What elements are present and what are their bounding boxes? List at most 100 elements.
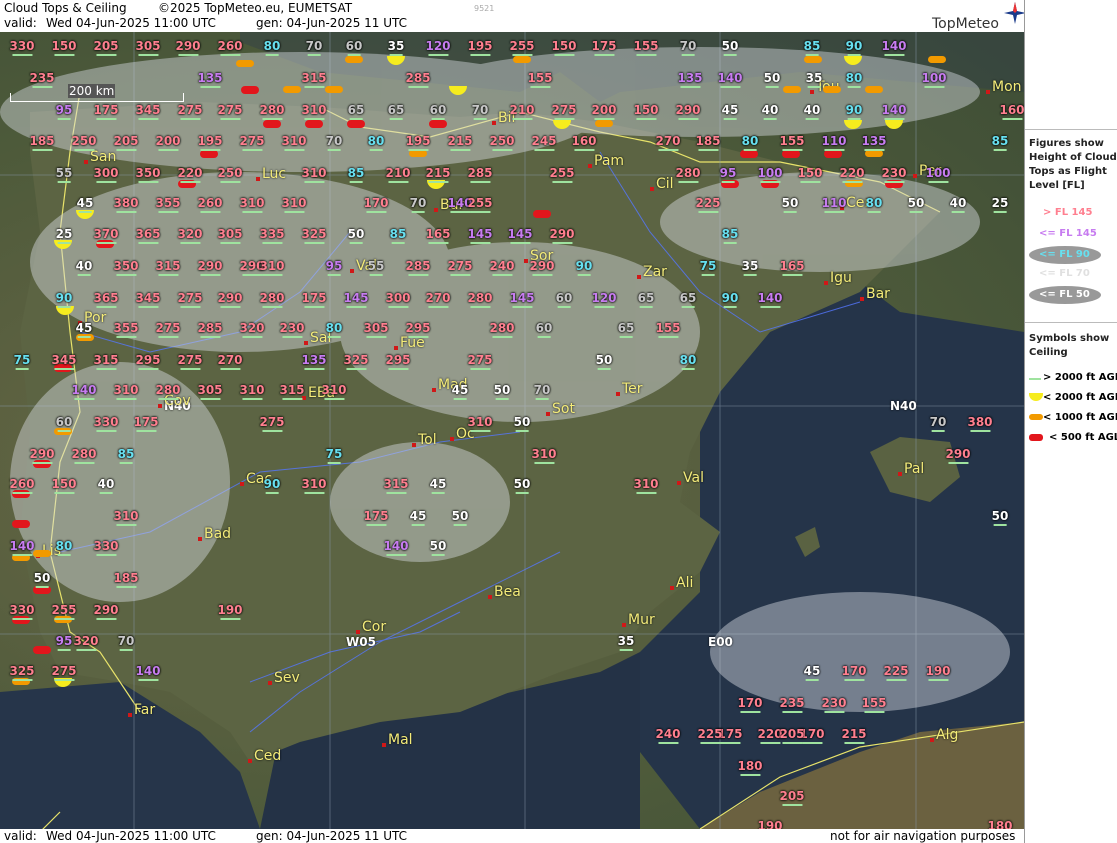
flight-level-label: 215 <box>425 166 451 183</box>
city-label: San <box>83 149 117 165</box>
flight-level-label: 45 <box>803 664 821 681</box>
flight-level-label: 160 <box>571 134 597 151</box>
flight-level-label: 175 <box>591 39 617 56</box>
flight-level-label: 215 <box>447 134 473 151</box>
flight-level-label: 110 <box>821 196 847 213</box>
flight-level-label: 50 <box>429 539 447 556</box>
scale-label: 200 km <box>68 84 116 98</box>
flight-level-label: 40 <box>761 103 779 120</box>
flight-level-label: 305 <box>363 321 389 338</box>
flight-level-label: 320 <box>239 321 265 338</box>
flight-level-label: 180 <box>737 759 763 776</box>
flight-level-label: 55 <box>55 166 73 183</box>
city-label: Val <box>677 470 704 486</box>
flight-level-label: 300 <box>93 166 119 183</box>
flight-level-label: 310 <box>467 415 493 432</box>
flight-level-label: 90 <box>845 103 863 120</box>
flight-level-label: 140 <box>881 103 907 120</box>
flight-level-label: 310 <box>531 447 557 464</box>
flight-level-label: 355 <box>113 321 139 338</box>
flight-level-label: 175 <box>363 509 389 526</box>
flight-level-label: 160 <box>999 103 1024 120</box>
flight-level-label: 145 <box>467 227 493 244</box>
ceiling-symbol-orange <box>236 60 254 67</box>
flight-level-label: 205 <box>779 727 805 744</box>
flight-level-label: 55 <box>367 259 385 276</box>
flight-level-label: 320 <box>73 634 99 651</box>
flight-level-label: 275 <box>177 353 203 370</box>
flight-level-label: 70 <box>305 39 323 56</box>
flight-level-label: 195 <box>405 134 431 151</box>
legend-fl-le50: <= FL 50 <box>1039 289 1090 300</box>
flight-level-label: 335 <box>259 227 285 244</box>
flight-level-label: 270 <box>655 134 681 151</box>
flight-level-label: 40 <box>97 477 115 494</box>
flight-level-label: 280 <box>259 291 285 308</box>
city-label: Mal <box>382 732 413 748</box>
flight-level-label: 75 <box>325 447 343 464</box>
grid-label-w05: W05 <box>346 635 376 649</box>
city-label: Ter <box>616 381 643 397</box>
ceiling-symbol-orange <box>595 120 613 127</box>
satellite-map[interactable]: 200 km N40 N40 W05 E00 Bil San Pam Luc Cil Pe… <box>0 32 1024 829</box>
ceiling-symbol-orange <box>928 56 946 63</box>
flight-level-label: 140 <box>881 39 907 56</box>
flight-level-label: 345 <box>135 291 161 308</box>
flight-level-label: 90 <box>575 259 593 276</box>
flight-level-label: 170 <box>737 696 763 713</box>
flight-level-label: 150 <box>51 39 77 56</box>
flight-level-label: 135 <box>677 71 703 88</box>
flight-level-label: 40 <box>949 196 967 213</box>
flight-level-label: 175 <box>133 415 159 432</box>
flight-level-label: 80 <box>367 134 385 151</box>
legend-title-figures: Figures show Height of Cloud Tops as Fli… <box>1029 138 1117 191</box>
flight-level-label: 305 <box>197 383 223 400</box>
flight-level-label: 290 <box>217 291 243 308</box>
flight-level-label: 80 <box>55 539 73 556</box>
flight-level-label: 155 <box>633 39 659 56</box>
legend-ceiling-lt1000: < 1000 ft AGL <box>1043 412 1117 423</box>
flight-level-label: 70 <box>471 103 489 120</box>
flight-level-label: 305 <box>135 39 161 56</box>
flight-level-label: 50 <box>907 196 925 213</box>
flight-level-label: 50 <box>513 415 531 432</box>
run-id: 9521 <box>474 4 495 13</box>
flight-level-label: 85 <box>389 227 407 244</box>
flight-level-label: 275 <box>177 103 203 120</box>
ceiling-symbol-red <box>824 150 842 158</box>
flight-level-label: 185 <box>695 134 721 151</box>
flight-level-label: 345 <box>51 353 77 370</box>
flight-level-label: 85 <box>721 227 739 244</box>
flight-level-label: 25 <box>991 196 1009 213</box>
logo-text: TopMeteo <box>932 16 999 32</box>
flight-level-label: 50 <box>451 509 469 526</box>
legend-yellow-swatch <box>1029 393 1043 401</box>
flight-level-label: 285 <box>405 71 431 88</box>
valid-time: Wed 04-Jun-2025 11:00 UTC <box>46 16 216 30</box>
flight-level-label: 250 <box>217 166 243 183</box>
ceiling-symbol-red <box>347 120 365 128</box>
flight-level-label: 280 <box>71 447 97 464</box>
flight-level-label: 95 <box>325 259 343 276</box>
flight-level-label: 155 <box>527 71 553 88</box>
flight-level-label: 60 <box>555 291 573 308</box>
flight-level-label: 60 <box>55 415 73 432</box>
city-label: Cil <box>650 176 674 192</box>
legend-ceiling-lt2000: < 2000 ft AGL <box>1043 392 1117 403</box>
flight-level-label: 230 <box>881 166 907 183</box>
flight-level-label: 50 <box>763 71 781 88</box>
flight-level-label: 310 <box>113 509 139 526</box>
legend-line-swatch <box>1029 378 1041 380</box>
flight-level-label: 275 <box>177 291 203 308</box>
flight-level-label: 310 <box>281 134 307 151</box>
flight-level-label: 310 <box>281 196 307 213</box>
flight-level-label: 275 <box>259 415 285 432</box>
flight-level-label: 220 <box>177 166 203 183</box>
flight-level-label: 295 <box>405 321 431 338</box>
city-label: Mon <box>986 79 1022 95</box>
flight-level-label: 320 <box>177 227 203 244</box>
map-header: Cloud Tops & Ceiling ©2025 TopMeteo.eu, … <box>0 0 1026 32</box>
flight-level-label: 90 <box>721 291 739 308</box>
flight-level-label: 150 <box>633 103 659 120</box>
flight-level-label: 50 <box>721 39 739 56</box>
